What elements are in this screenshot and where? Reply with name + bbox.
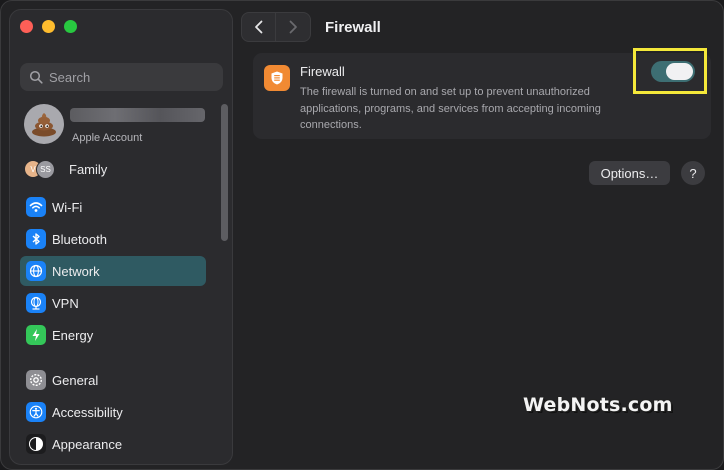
forward-button[interactable]: [276, 13, 310, 41]
firewall-description: The firewall is turned on and set up to …: [300, 86, 601, 131]
sidebar-item-label: Wi-Fi: [52, 199, 83, 215]
family-avatar-ss: SS: [36, 160, 55, 179]
options-button[interactable]: Options…: [589, 161, 670, 185]
back-button[interactable]: [242, 13, 277, 41]
poop-emoji-icon: [32, 113, 56, 137]
appearance-icon: [26, 434, 46, 454]
close-window-button[interactable]: [20, 20, 33, 33]
sidebar-item-label: Network: [52, 263, 100, 279]
search-field[interactable]: Search: [20, 63, 223, 91]
sidebar-item-label: Appearance: [52, 436, 123, 452]
bluetooth-icon: [26, 229, 46, 249]
accessibility-icon: [26, 402, 46, 422]
sidebar-item-label: VPN: [52, 295, 79, 311]
toolbar: Firewall: [241, 11, 381, 43]
bolt-icon: [26, 325, 46, 345]
sidebar-item-network[interactable]: Network: [20, 256, 206, 286]
apple-account-item[interactable]: Apple Account: [24, 102, 224, 150]
vpn-globe-icon: [26, 293, 46, 313]
chevron-right-icon: [289, 20, 297, 34]
system-settings-window: Search Apple Account V SS Family Wi-Fi B…: [0, 0, 724, 470]
firewall-shield-icon: [264, 65, 290, 91]
family-avatars: V SS: [24, 159, 58, 179]
page-title: Firewall: [325, 18, 381, 36]
sidebar: Search Apple Account V SS Family Wi-Fi B…: [9, 9, 233, 465]
account-subtitle: Apple Account: [72, 132, 143, 144]
sidebar-item-bluetooth[interactable]: Bluetooth: [20, 224, 206, 254]
watermark: WebNots.com: [523, 394, 673, 416]
sidebar-item-wifi[interactable]: Wi-Fi: [20, 192, 206, 222]
gear-icon: [26, 370, 46, 390]
wifi-icon: [26, 197, 46, 217]
globe-icon: [26, 261, 46, 281]
sidebar-item-appearance[interactable]: Appearance: [20, 429, 206, 459]
window-controls: [20, 20, 77, 33]
chevron-left-icon: [254, 20, 262, 34]
zoom-window-button[interactable]: [64, 20, 77, 33]
sidebar-item-label: Bluetooth: [52, 231, 107, 247]
search-placeholder: Search: [49, 69, 91, 85]
account-name-redacted: [70, 108, 205, 122]
sidebar-item-energy[interactable]: Energy: [20, 320, 206, 350]
navigation-buttons: [241, 12, 311, 42]
sidebar-item-general[interactable]: General: [20, 365, 206, 395]
sidebar-item-label: Energy: [52, 327, 94, 343]
sidebar-item-accessibility[interactable]: Accessibility: [20, 397, 206, 427]
toggle-highlight-annotation: [633, 48, 707, 94]
sidebar-item-label: General: [52, 372, 99, 388]
search-icon: [29, 70, 43, 84]
help-button[interactable]: ?: [681, 161, 705, 185]
avatar: [24, 104, 64, 144]
minimize-window-button[interactable]: [42, 20, 55, 33]
family-item[interactable]: V SS Family: [24, 158, 107, 180]
sidebar-scrollbar[interactable]: [221, 104, 228, 241]
firewall-heading: Firewall: [300, 64, 345, 79]
sidebar-item-vpn[interactable]: VPN: [20, 288, 206, 318]
family-label: Family: [69, 161, 108, 177]
sidebar-item-label: Accessibility: [52, 404, 123, 420]
